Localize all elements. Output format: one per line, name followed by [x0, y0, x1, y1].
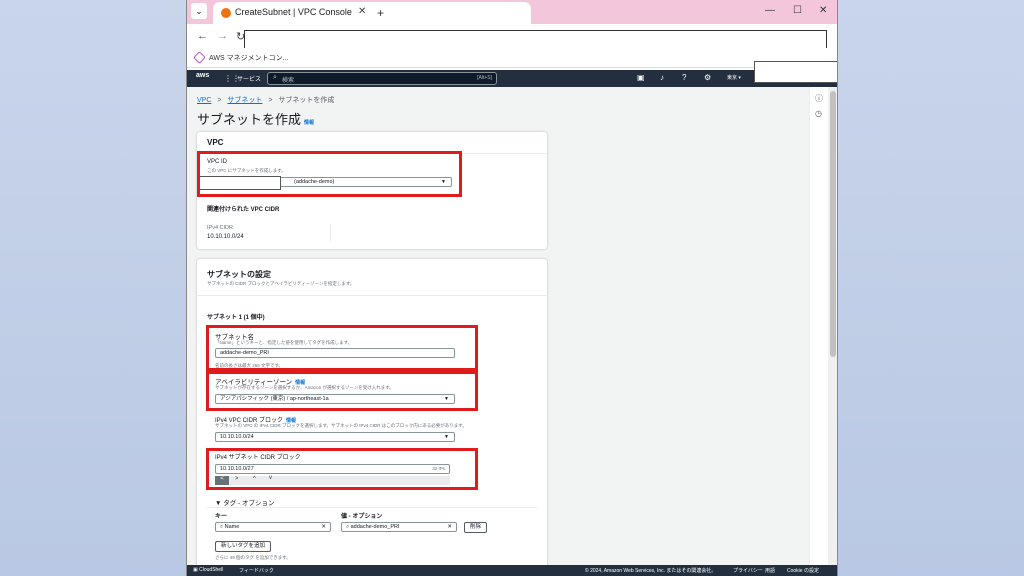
search-placeholder: 検索	[282, 78, 295, 84]
ipv4-cidr-label: IPv4 CIDR	[207, 225, 233, 231]
page-title-row: サブネットを作成 情報	[197, 109, 314, 128]
breadcrumb-current: サブネットを作成	[278, 97, 335, 104]
bookmarks-bar: AWS マネジメントコン...	[187, 48, 837, 68]
breadcrumb-separator: >	[217, 97, 222, 104]
assoc-cidr-title: 関連付けられた VPC CIDR	[207, 207, 280, 213]
region-selector[interactable]: 東京 ▾	[727, 74, 741, 81]
aws-logo[interactable]: aws	[196, 72, 209, 79]
vpc-card-title: VPC	[207, 138, 224, 147]
search-input[interactable]: ⌕ 検索 [Alt+S]	[267, 72, 497, 85]
right-tools-panel: ⓘ ◷	[809, 87, 828, 565]
tag-key-header: キー	[215, 514, 228, 520]
caret-down-icon: ▼	[444, 434, 449, 440]
gear-icon[interactable]: ⚙	[704, 73, 711, 82]
aws-bookmark-icon	[193, 51, 206, 64]
breadcrumb-subnets[interactable]: サブネット	[227, 97, 262, 104]
services-menu[interactable]: サービス	[237, 74, 261, 83]
page-title: サブネットを作成	[197, 112, 302, 127]
console-footer: ▣ CloudShell フィードバック © 2024, Amazon Web …	[187, 565, 837, 576]
breadcrumb: VPC > サブネット > サブネットを作成	[197, 95, 334, 105]
clear-icon[interactable]: ✕	[321, 523, 326, 531]
tag-value-input[interactable]: ⌕ addache-demo_PRI ✕	[341, 522, 457, 532]
browser-tab[interactable]: CreateSubnet | VPC Console ✕ +	[213, 2, 531, 24]
scrollbar-thumb[interactable]	[830, 91, 836, 357]
tags-toggle[interactable]: ▼ タグ - オプション	[215, 497, 275, 507]
vpc-cidr-select[interactable]: 10.10.10.0/24 ▼	[215, 432, 455, 442]
new-tab-button[interactable]: +	[377, 6, 384, 20]
url-field[interactable]	[244, 30, 827, 50]
highlight-az	[206, 371, 478, 411]
tag-value-value: addache-demo_PRI	[350, 524, 400, 530]
tab-search-icon[interactable]: ⌄	[191, 3, 207, 19]
copyright-text: © 2024, Amazon Web Services, Inc. またはその関…	[585, 568, 717, 574]
divider	[207, 507, 537, 508]
subnet-heading: サブネット 1 (1 個中)	[207, 315, 265, 321]
forward-arrow-icon[interactable]: →	[217, 30, 228, 42]
subnet-card-title: サブネットの設定	[207, 270, 271, 279]
column-divider	[330, 224, 331, 242]
bell-icon[interactable]: ♪	[660, 73, 664, 82]
help-icon[interactable]: ?	[682, 73, 686, 82]
tag-key-input[interactable]: ⌕ Name ✕	[215, 522, 331, 532]
subnet-settings-card: サブネットの設定 サブネットの CIDR ブロックとアベイラビリティーゾーンを指…	[197, 259, 547, 569]
cloudshell-link[interactable]: ▣ CloudShell	[193, 567, 223, 573]
privacy-link[interactable]: プライバシー	[733, 567, 763, 574]
scrollbar[interactable]	[828, 87, 837, 565]
aws-favicon-icon	[221, 8, 231, 18]
tag-key-value: Name	[224, 524, 240, 530]
info-link[interactable]: 情報	[304, 120, 314, 126]
search-icon: ⌕	[273, 74, 277, 81]
cookie-settings-link[interactable]: Cookie の設定	[787, 567, 819, 574]
clear-icon[interactable]: ✕	[447, 523, 452, 531]
vpc-cidr-value: 10.10.10.0/24	[220, 434, 254, 440]
subnet-card-desc: サブネットの CIDR ブロックとアベイラビリティーゾーンを指定します。	[207, 281, 355, 286]
breadcrumb-vpc[interactable]: VPC	[197, 97, 211, 104]
tag-limit-hint: さらに 49 個のタグ を追加できます。	[215, 555, 291, 560]
divider	[197, 295, 547, 296]
breadcrumb-separator: >	[268, 97, 273, 104]
terms-link[interactable]: 用語	[765, 567, 775, 574]
account-menu-redacted[interactable]	[754, 61, 837, 83]
feedback-link[interactable]: フィードバック	[239, 567, 274, 574]
highlight-subnet-name	[206, 325, 478, 371]
close-window-icon[interactable]: ✕	[819, 5, 827, 16]
cloudshell-icon[interactable]: ▣	[637, 73, 645, 82]
maximize-icon[interactable]: ☐	[793, 5, 802, 16]
minimize-icon[interactable]: —	[765, 5, 775, 16]
tag-value-header: 値 - オプション	[341, 514, 383, 520]
ipv4-cidr-value: 10.10.10.0/24	[207, 234, 244, 240]
history-icon[interactable]: ◷	[815, 109, 822, 118]
address-bar-row: ← → ↻	[187, 24, 837, 50]
vpc-cidr-desc: サブネットの VPC の IPv4 CIDR ブロックを選択します。サブネットの…	[215, 423, 467, 428]
search-shortcut: [Alt+S]	[477, 75, 492, 81]
highlight-vpc-id	[197, 151, 462, 197]
remove-tag-button[interactable]: 削除	[464, 522, 488, 533]
aws-top-nav: aws ⋮⋮ サービス ⌕ 検索 [Alt+S] ▣ ♪ ? ⚙ 東京 ▾	[187, 70, 837, 87]
tab-title: CreateSubnet | VPC Console	[235, 7, 352, 17]
highlight-subnet-cidr	[206, 448, 478, 490]
add-tag-button[interactable]: 新しいタグを追加	[215, 541, 272, 552]
tab-close-icon[interactable]: ✕	[358, 6, 366, 17]
info-icon[interactable]: ⓘ	[815, 93, 823, 104]
back-arrow-icon[interactable]: ←	[197, 30, 208, 42]
browser-window: ⌄ CreateSubnet | VPC Console ✕ + — ☐ ✕ ←…	[186, 0, 838, 576]
tab-strip: ⌄ CreateSubnet | VPC Console ✕ + — ☐ ✕	[187, 0, 837, 24]
bookmark-aws-console[interactable]: AWS マネジメントコン...	[209, 53, 288, 63]
